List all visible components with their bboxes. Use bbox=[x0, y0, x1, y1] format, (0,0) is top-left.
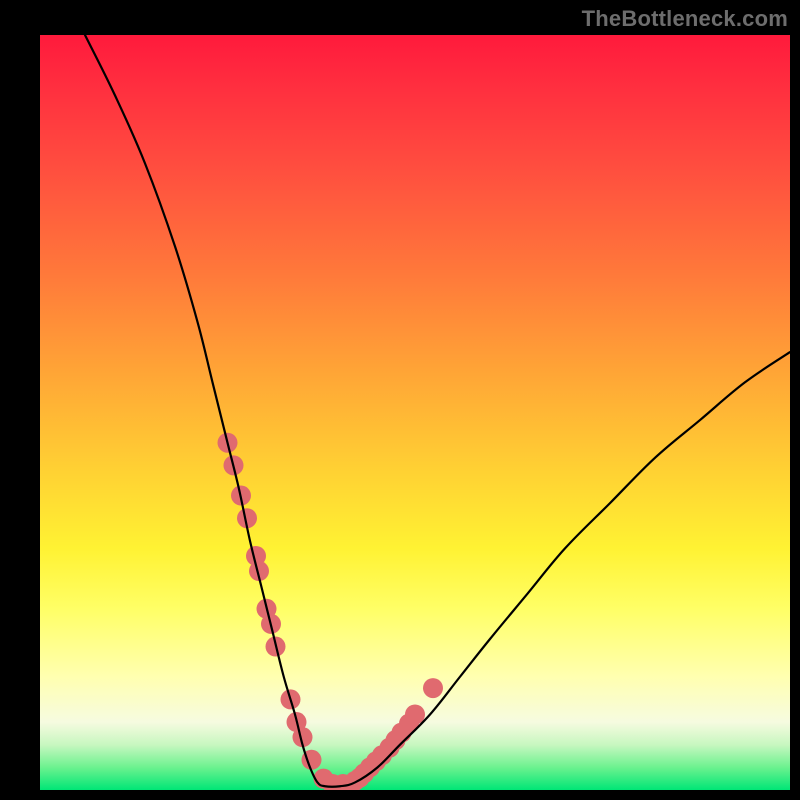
curve-path bbox=[85, 35, 790, 787]
chart-frame: TheBottleneck.com bbox=[0, 0, 800, 800]
chart-svg bbox=[40, 35, 790, 790]
watermark-label: TheBottleneck.com bbox=[582, 6, 788, 32]
marker-dot bbox=[423, 678, 443, 698]
plot-area bbox=[40, 35, 790, 790]
